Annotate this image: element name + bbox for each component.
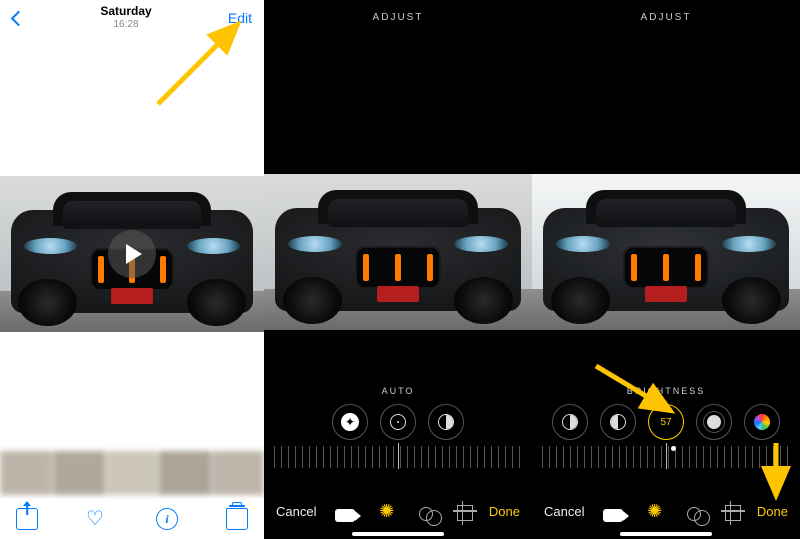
viewer-toolbar bbox=[0, 499, 264, 539]
dial-highlights[interactable] bbox=[600, 404, 636, 440]
editor-header-label: ADJUST bbox=[641, 12, 692, 23]
video-mode-icon[interactable] bbox=[335, 509, 355, 522]
edit-button[interactable]: Edit bbox=[216, 10, 264, 26]
editor-header: ADJUST bbox=[264, 0, 532, 34]
filmstrip[interactable] bbox=[0, 451, 264, 495]
crop-mode-icon[interactable] bbox=[725, 505, 741, 521]
solid-dot-icon bbox=[707, 415, 721, 429]
video-thumbnail[interactable] bbox=[0, 176, 264, 332]
adjust-mode-icon[interactable] bbox=[645, 501, 665, 521]
chevron-left-icon bbox=[10, 10, 26, 26]
dial-brightness[interactable]: 57 bbox=[648, 404, 684, 440]
editor-screen-brightness: ADJUST BRIGHTNESS 57 Cancel bbox=[532, 0, 800, 539]
editor-screen-auto: ADJUST AUTO Cancel bbox=[264, 0, 532, 539]
done-button[interactable]: Done bbox=[757, 504, 788, 519]
video-mode-icon[interactable] bbox=[603, 509, 623, 522]
dial-contrast[interactable] bbox=[552, 404, 588, 440]
home-indicator bbox=[620, 532, 712, 536]
half-fill-icon bbox=[610, 414, 626, 430]
done-button[interactable]: Done bbox=[489, 504, 520, 519]
adjust-slider[interactable] bbox=[274, 446, 522, 468]
adjust-label: AUTO bbox=[264, 386, 532, 396]
photos-viewer-screen: Saturday 16:28 Edit bbox=[0, 0, 264, 539]
dial-blackpoint[interactable] bbox=[696, 404, 732, 440]
trash-icon[interactable] bbox=[226, 508, 248, 530]
favorite-icon[interactable] bbox=[86, 508, 108, 530]
adjust-dials bbox=[264, 404, 532, 440]
viewer-header: Saturday 16:28 Edit bbox=[0, 0, 264, 36]
adjust-dials: 57 bbox=[532, 404, 800, 440]
editor-header-label: ADJUST bbox=[373, 12, 424, 23]
filters-mode-icon[interactable] bbox=[419, 507, 433, 521]
adjust-mode-icon[interactable] bbox=[377, 501, 397, 521]
editor-preview[interactable] bbox=[532, 174, 800, 330]
header-title: Saturday 16:28 bbox=[36, 5, 216, 30]
home-indicator bbox=[352, 532, 444, 536]
play-button[interactable] bbox=[108, 230, 156, 278]
header-day: Saturday bbox=[36, 5, 216, 19]
play-icon bbox=[126, 244, 142, 264]
cancel-button[interactable]: Cancel bbox=[544, 504, 584, 519]
contrast-icon bbox=[438, 414, 454, 430]
wand-icon bbox=[341, 413, 359, 431]
adjust-slider[interactable] bbox=[542, 446, 790, 468]
dial-contrast[interactable] bbox=[428, 404, 464, 440]
info-icon[interactable] bbox=[156, 508, 178, 530]
crop-mode-icon[interactable] bbox=[457, 505, 473, 521]
dial-saturation[interactable] bbox=[744, 404, 780, 440]
editor-footer: Cancel Done bbox=[264, 491, 532, 531]
rainbow-icon bbox=[754, 414, 770, 430]
filters-mode-icon[interactable] bbox=[687, 507, 701, 521]
editor-preview[interactable] bbox=[264, 174, 532, 330]
adjust-label: BRIGHTNESS bbox=[532, 386, 800, 396]
header-time: 16:28 bbox=[36, 19, 216, 31]
editor-footer: Cancel Done bbox=[532, 491, 800, 531]
contrast-icon bbox=[562, 414, 578, 430]
dial-exposure[interactable] bbox=[380, 404, 416, 440]
exposure-icon bbox=[390, 414, 406, 430]
editor-header: ADJUST bbox=[532, 0, 800, 34]
dial-auto[interactable] bbox=[332, 404, 368, 440]
back-button[interactable] bbox=[0, 13, 36, 24]
share-icon[interactable] bbox=[16, 508, 38, 530]
brightness-value: 57 bbox=[660, 417, 671, 428]
cancel-button[interactable]: Cancel bbox=[276, 504, 316, 519]
